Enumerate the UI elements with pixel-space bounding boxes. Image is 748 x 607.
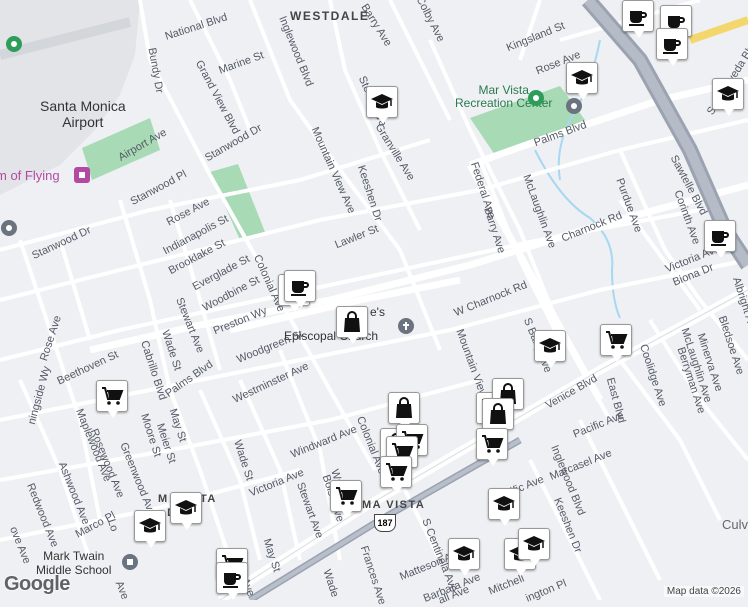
- map-canvas[interactable]: WESTDALE Santa Monica Airport m of Flyin…: [0, 0, 748, 607]
- map-pin-shopping-bag[interactable]: [336, 306, 368, 344]
- graduation-cap-icon: [522, 532, 546, 556]
- map-pin-shopping-bag[interactable]: [388, 392, 420, 430]
- map-pin-coffee[interactable]: [656, 28, 688, 66]
- map-pin-graduation-cap[interactable]: [518, 528, 550, 566]
- culver-label: Culv: [722, 517, 748, 532]
- shopping-bag-icon: [340, 310, 364, 334]
- shopping-cart-icon: [480, 432, 504, 456]
- coffee-icon: [660, 32, 684, 56]
- school-poi-icon[interactable]: [122, 554, 138, 570]
- shopping-bag-icon: [392, 396, 416, 420]
- map-pin-coffee[interactable]: [622, 0, 654, 38]
- shopping-bag-icon: [486, 402, 510, 426]
- map-pin-graduation-cap[interactable]: [170, 492, 202, 530]
- shopping-cart-icon: [384, 460, 408, 484]
- graduation-cap-icon: [370, 90, 394, 114]
- graduation-cap-icon: [492, 492, 516, 516]
- coffee-icon: [220, 566, 244, 590]
- map-pin-graduation-cap[interactable]: [712, 78, 744, 116]
- museum-poi-icon[interactable]: [74, 167, 90, 183]
- map-pin-coffee[interactable]: [216, 562, 248, 600]
- park-poi-icon[interactable]: [528, 90, 544, 106]
- map-pin-shopping-bag[interactable]: [482, 398, 514, 436]
- map-pin-coffee[interactable]: [704, 220, 736, 258]
- museum-label: m of Flying: [0, 168, 60, 183]
- transit-poi-icon[interactable]: [1, 220, 17, 236]
- shopping-cart-icon: [334, 484, 358, 508]
- graduation-cap-icon: [452, 542, 476, 566]
- church-poi-icon[interactable]: [398, 318, 414, 334]
- map-pin-shopping-cart[interactable]: [600, 324, 632, 362]
- airport-label: Santa Monica Airport: [40, 98, 126, 131]
- google-logo[interactable]: Google: [4, 573, 70, 596]
- graduation-cap-icon: [174, 496, 198, 520]
- map-pin-shopping-cart[interactable]: [96, 380, 128, 418]
- mar-vista-label: MA VISTA: [362, 499, 426, 511]
- shopping-cart-icon: [604, 328, 628, 352]
- church-tail-label: e's: [370, 305, 385, 319]
- coffee-icon: [708, 224, 732, 248]
- map-pin-graduation-cap[interactable]: [566, 62, 598, 100]
- map-pin-shopping-cart[interactable]: [380, 456, 412, 494]
- map-pin-graduation-cap[interactable]: [366, 86, 398, 124]
- route-187-shield: 187: [374, 514, 396, 532]
- map-pin-graduation-cap[interactable]: [488, 488, 520, 526]
- map-data-attribution[interactable]: Map data ©2026: [663, 586, 744, 597]
- map-pin-graduation-cap[interactable]: [534, 330, 566, 368]
- graduation-cap-icon: [570, 66, 594, 90]
- misc-poi-icon[interactable]: [566, 98, 582, 114]
- district-label: WESTDALE: [290, 9, 370, 23]
- map-pin-graduation-cap[interactable]: [134, 510, 166, 548]
- map-pin-shopping-cart[interactable]: [476, 428, 508, 466]
- airport-poi-icon[interactable]: [6, 36, 22, 52]
- map-pin-coffee[interactable]: [284, 270, 316, 308]
- map-pin-graduation-cap[interactable]: [448, 538, 480, 576]
- graduation-cap-icon: [716, 82, 740, 106]
- graduation-cap-icon: [538, 334, 562, 358]
- graduation-cap-icon: [138, 514, 162, 538]
- shopping-cart-icon: [100, 384, 124, 408]
- coffee-icon: [288, 274, 312, 298]
- coffee-icon: [626, 4, 650, 28]
- map-pin-shopping-cart[interactable]: [330, 480, 362, 518]
